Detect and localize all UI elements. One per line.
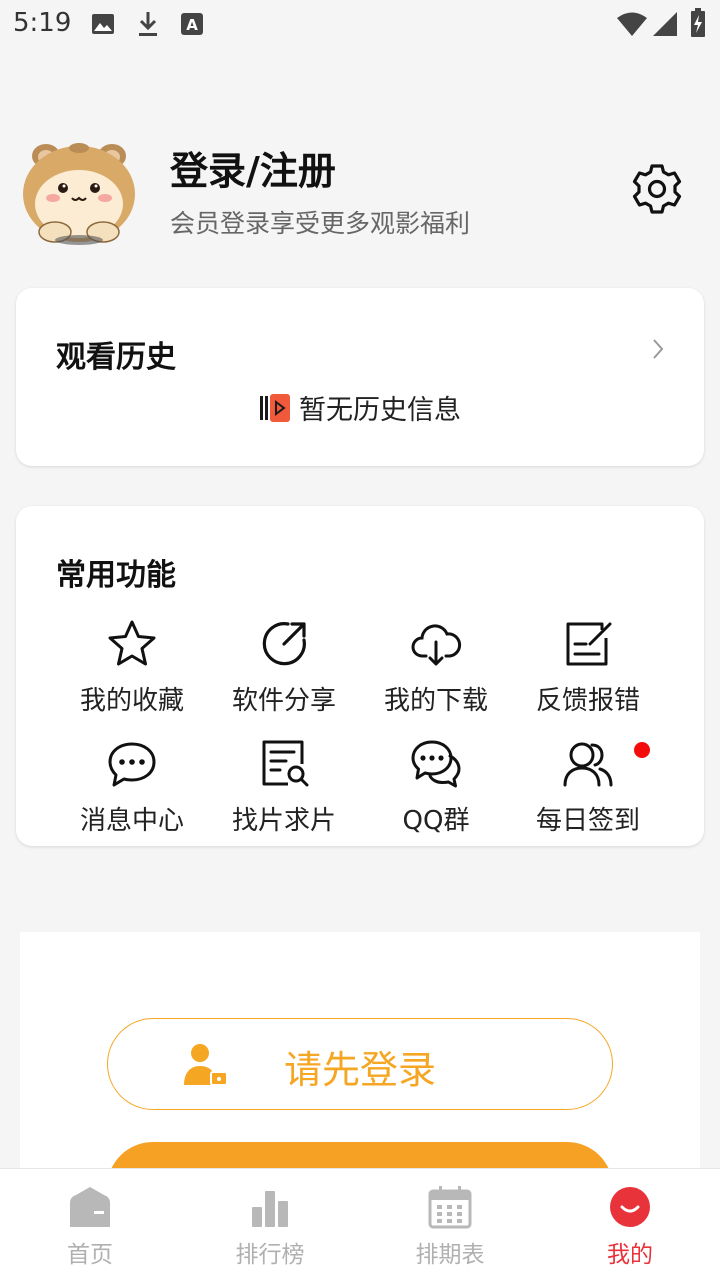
calendar-icon <box>428 1186 472 1229</box>
bottom-nav: 首页 排行榜 排期表 我的 <box>0 1168 720 1280</box>
share-icon <box>262 622 306 666</box>
func-find-movie[interactable]: 找片求片 <box>208 738 360 838</box>
nav-label: 我的 <box>607 1242 653 1268</box>
cloud-download-icon <box>411 624 462 666</box>
func-label: 找片求片 <box>231 806 336 836</box>
nav-schedule[interactable]: 排期表 <box>360 1169 540 1280</box>
login-first-label: 请先登录 <box>284 1048 437 1092</box>
func-feedback[interactable]: 反馈报错 <box>512 618 664 738</box>
video-history-icon <box>260 393 290 422</box>
nav-ranking[interactable]: 排行榜 <box>180 1169 360 1280</box>
star-icon <box>108 620 156 666</box>
history-empty-text: 暂无历史信息 <box>299 395 461 426</box>
func-messages[interactable]: 消息中心 <box>56 738 208 838</box>
avatar[interactable] <box>20 132 138 246</box>
user-lock-icon <box>184 1044 228 1086</box>
func-qq-group[interactable]: QQ群 <box>360 738 512 838</box>
download-icon <box>139 12 157 36</box>
login-first-button[interactable]: 请先登录 <box>107 1018 613 1110</box>
message-icon <box>108 742 156 787</box>
functions-grid: 我的收藏 软件分享 我的下载 反馈报错 消息中心 找片求片 QQ群 每日签到 <box>56 618 664 838</box>
svg-text:A: A <box>186 16 198 34</box>
chevron-right-icon[interactable] <box>650 336 666 362</box>
gear-icon[interactable] <box>630 162 684 216</box>
signal-icon <box>653 12 677 36</box>
status-bar: 5:19 A <box>0 0 720 48</box>
login-register-title[interactable]: 登录/注册 <box>170 140 336 195</box>
functions-card: 常用功能 我的收藏 软件分享 我的下载 反馈报错 消息中心 找片求片 QQ群 每… <box>16 506 704 846</box>
func-label: 消息中心 <box>79 806 184 836</box>
func-favorites[interactable]: 我的收藏 <box>56 618 208 738</box>
func-downloads[interactable]: 我的下载 <box>360 618 512 738</box>
search-doc-icon <box>262 740 309 787</box>
nav-mine[interactable]: 我的 <box>540 1169 720 1280</box>
func-label: 软件分享 <box>231 686 336 716</box>
status-time: 5:19 <box>13 8 72 38</box>
battery-icon <box>691 8 705 37</box>
func-daily-checkin[interactable]: 每日签到 <box>512 738 664 838</box>
func-label: 每日签到 <box>535 806 640 836</box>
functions-title: 常用功能 <box>56 558 176 593</box>
nav-label: 首页 <box>67 1242 113 1268</box>
image-icon <box>92 14 114 34</box>
wifi-icon <box>617 12 647 36</box>
users-icon <box>563 742 613 787</box>
bar-chart-icon <box>252 1191 288 1227</box>
func-label: 我的下载 <box>383 686 488 716</box>
login-subtitle: 会员登录享受更多观影福利 <box>170 209 471 238</box>
notification-badge <box>634 742 650 758</box>
chat-bubbles-icon <box>411 740 461 788</box>
history-card[interactable]: 观看历史 暂无历史信息 <box>16 288 704 466</box>
history-title: 观看历史 <box>56 340 176 375</box>
feedback-icon <box>566 622 612 666</box>
func-label: QQ群 <box>402 806 470 836</box>
history-empty-row: 暂无历史信息 <box>16 388 704 427</box>
nav-label: 排行榜 <box>235 1242 305 1268</box>
func-share[interactable]: 软件分享 <box>208 618 360 738</box>
smile-icon <box>610 1187 650 1227</box>
func-label: 我的收藏 <box>79 686 184 716</box>
home-icon <box>70 1187 110 1227</box>
nav-home[interactable]: 首页 <box>0 1169 180 1280</box>
func-label: 反馈报错 <box>535 686 640 716</box>
nav-label: 排期表 <box>415 1242 485 1268</box>
a-font-icon: A <box>181 13 203 35</box>
